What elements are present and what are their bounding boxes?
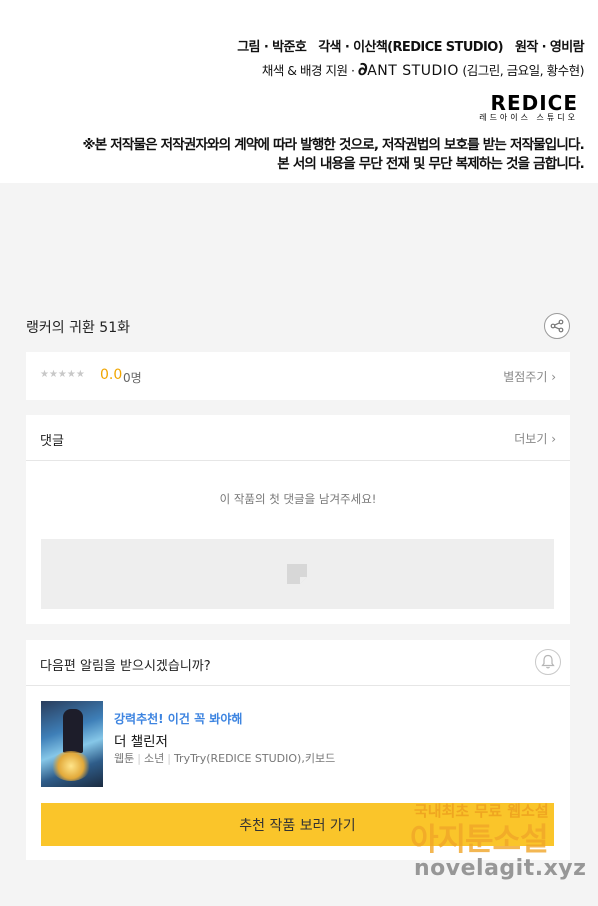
episode-title-row: 랭커의 귀환 51화 [26, 311, 570, 341]
recommended-work-title[interactable]: 더 챌린저 [114, 730, 168, 750]
credit-support-prefix: 채색 & 배경 지원 · [261, 63, 358, 78]
thumbnail-figure [63, 709, 83, 753]
comments-card: 댓글 더보기 › 이 작품의 첫 댓글을 남겨주세요! [26, 415, 570, 624]
next-episode-alert-header: 다음편 알림을 받으시겠습니까? [26, 640, 570, 686]
recommendation-tagline: 강력추천! 이건 꼭 봐야해 [114, 712, 243, 726]
studio-signature: ∂ [357, 59, 368, 80]
rate-button[interactable]: 별점주기 › [503, 368, 556, 385]
note-icon [287, 564, 307, 584]
comments-more-link[interactable]: 더보기 › [514, 430, 556, 447]
star-rating-icons: ★★★★★ [40, 369, 85, 380]
credits-line-staff: 그림 · 박준호 각색 · 이산책(REDICE STUDIO) 원작 · 영비람 [237, 36, 584, 55]
comment-input-box[interactable] [41, 539, 554, 609]
credit-art: 그림 · 박준호 [237, 40, 307, 55]
copyright-notice-1: ※본 저작물은 저작권자와의 계약에 따라 발행한 것으로, 저작권법의 보호를… [82, 137, 584, 153]
work-genre: 웹툰 [114, 752, 135, 765]
copyright-notice-2: 본 서의 내용을 무단 전재 및 무단 복제하는 것을 금합니다. [277, 156, 585, 172]
episode-title: 랭커의 귀환 51화 [26, 320, 130, 336]
thumbnail-glow [51, 751, 91, 781]
recommended-work-thumbnail[interactable] [41, 701, 103, 787]
credit-support-names: (김그린, 금요일, 황수현) [458, 63, 584, 78]
share-button[interactable] [544, 313, 570, 339]
rating-count: 0명 [123, 371, 142, 385]
next-episode-alert-question: 다음편 알림을 받으시겠습니까? [40, 659, 211, 674]
credits-panel: 그림 · 박준호 각색 · 이산책(REDICE STUDIO) 원작 · 영비람 … [0, 0, 598, 183]
studio-name: ANT STUDIO [367, 63, 459, 79]
credits-line-support: 채색 & 배경 지원 · ∂ANT STUDIO (김그린, 금요일, 황수현) [261, 59, 585, 80]
bell-icon [541, 654, 555, 669]
comments-header: 댓글 더보기 › [26, 415, 570, 461]
rating-card: ★★★★★ 0.0 0명 별점주기 › [26, 352, 570, 400]
recommendation-card: 다음편 알림을 받으시겠습니까? 강력추천! 이건 꼭 봐야해 더 챌린저 웹툰… [26, 640, 570, 860]
share-icon [550, 319, 564, 333]
comments-empty-message: 이 작품의 첫 댓글을 남겨주세요! [219, 492, 377, 506]
credit-adaptation: 각색 · 이산책(REDICE STUDIO) [318, 40, 503, 55]
view-recommended-button[interactable]: 추천 작품 보러 가기 [41, 803, 554, 846]
comments-label: 댓글 [40, 434, 64, 449]
logo-mark: REDICE [490, 91, 578, 115]
work-category: 소년 [143, 752, 165, 765]
logo-subtitle: 레드아이스 스튜디오 [479, 113, 578, 122]
work-authors: TryTry(REDICE STUDIO),키보드 [173, 752, 336, 765]
recommended-work-meta: 웹툰 | 소년 | TryTry(REDICE STUDIO),키보드 [114, 752, 336, 765]
credit-original: 원작 · 영비람 [515, 40, 585, 55]
rating-score: 0.0 [100, 367, 123, 383]
studio-logo: REDICE 레드아이스 스튜디오 [479, 93, 578, 123]
alert-bell-button[interactable] [535, 649, 561, 675]
